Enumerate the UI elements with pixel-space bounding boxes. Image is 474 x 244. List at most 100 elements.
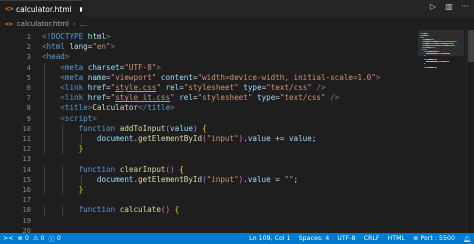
indent-guide [44,134,45,145]
indent-guide [44,185,45,196]
problems-info[interactable]: ⓘ 0 [49,234,61,243]
token-punct: > [110,42,116,52]
run-icon[interactable]: ▷ [428,2,438,11]
token-link[interactable]: style_it.css [115,93,170,102]
token-punct: > [106,32,111,41]
problems-errors[interactable]: ⊗ 0 [18,235,29,242]
token-attr: href [87,93,107,103]
token-attr: name [87,72,107,82]
minimap-token [454,45,456,46]
code-line[interactable]: <!DOCTYPE html> [42,32,111,42]
code-line[interactable]: document.getElementById("input").value =… [97,175,298,185]
breadcrumb-symbol[interactable]: ... [80,20,87,28]
token-str: "width=device-width, initial-scale=1.0" [197,72,376,82]
code-line[interactable]: <meta name="viewport" content="width=dev… [60,73,380,83]
split-editor-icon[interactable]: ▥ [444,2,454,11]
indent-guide [44,113,45,124]
line-number: 1 [26,32,31,41]
token-var: value [247,174,271,184]
token-tag: head [46,52,65,62]
warning-count: 0 [40,235,45,242]
code-line[interactable]: <link href="style.css" rel="stylesheet" … [60,83,325,93]
breadcrumb-file[interactable]: calculator.html [17,20,69,28]
indent-guide [62,123,64,134]
error-count: 0 [24,235,29,242]
token-attr: type [243,83,262,92]
token-punct: > [92,113,97,123]
indent-guide [44,123,45,134]
line-number-gutter: 1 2 3 4 5 6 7 8 9 10 11 12 13 14 15 16 17 18 19 20 [0,30,38,233]
line-number: 10 [22,123,31,133]
minimap-token [455,41,457,42]
token-attr: lang [69,42,88,52]
indent-guide [44,72,45,83]
token-var: document [96,134,134,143]
code-line[interactable]: function addToInput(value) { [79,124,207,134]
token-punct: > [170,103,175,113]
cursor-position[interactable]: Ln 109, Col 1 [249,235,291,242]
code-line[interactable]: } [79,144,84,154]
minimap-token [426,33,428,34]
tab-calculator-html[interactable]: <> calculator.html [0,0,82,17]
code-line[interactable]: <script> [60,114,97,124]
indent-guide [44,93,45,104]
status-bar: >< ⊗ 0 ⚠ 0 ⓘ 0 Ln 109, Col 1 Spaces: 4 U… [0,233,474,244]
indent-guide [62,174,64,185]
minimap-token [433,39,435,40]
indent-guide [44,83,45,94]
tab-bar: <> calculator.html ▷ ▥ ··· [0,0,474,17]
line-number: 17 [22,195,31,205]
code-editor[interactable]: 1 2 3 4 5 6 7 8 9 10 11 12 13 14 15 16 17 18 19 20 <!DOCTYP… [0,30,474,233]
code-line[interactable]: } [79,185,84,195]
code-line[interactable]: function calculate() { [79,205,180,215]
indent-guide [62,134,64,145]
code-area[interactable]: <!DOCTYPE html> <html lang="en"> <head> <me… [42,30,418,233]
token-tag: script [64,113,93,123]
token-str: "UTF-8" [124,62,157,72]
token-attr: content [160,72,193,82]
token-fn: addToInput [119,123,166,133]
info-count: 0 [56,235,61,242]
minimap-token [447,61,449,62]
minimap-token [438,41,456,42]
minimap[interactable] [418,30,464,233]
remote-indicator[interactable]: >< [3,235,14,242]
code-line[interactable]: <head> [42,52,69,62]
indentation[interactable]: Spaces: 4 [299,235,330,242]
problems-warnings[interactable]: ⚠ 0 [33,235,45,242]
token-kw: function [78,205,116,215]
code-line[interactable]: document.getElementById("input").value +… [97,134,317,144]
broadcast-icon: ⊚ [413,235,419,242]
unsaved-dot-icon[interactable] [79,6,82,12]
more-actions-icon[interactable]: ··· [460,2,470,11]
minimap-token [449,53,451,54]
code-line[interactable]: <meta charset="UTF-8"> [60,63,161,73]
token-var: value [170,123,193,133]
language-mode[interactable]: HTML [388,235,406,242]
code-line[interactable]: <title>Calculator</title> [60,103,174,113]
token-link[interactable]: style.css [115,83,156,92]
vertical-scrollbar[interactable] [466,30,474,233]
scrollbar-thumb[interactable] [468,30,474,62]
token-tag: title [64,103,88,113]
token-fn: getElementById [138,134,203,143]
minimap-token [438,51,440,52]
code-line[interactable]: <link href="style_it.css" rel="styleshee… [60,93,339,103]
tab-label: calculator.html [16,4,72,14]
code-line[interactable]: function clearInput() { [79,165,184,175]
encoding[interactable]: UTF-8 [337,235,355,242]
minimap-token [424,63,425,64]
line-ending[interactable]: CRLF [364,235,380,242]
html-file-icon: <> [5,19,13,28]
token-tag: meta [64,62,84,72]
line-number: 8 [26,103,31,113]
token-text: ; [311,134,317,143]
code-line[interactable]: <html lang="en"> [42,42,115,52]
live-server-port[interactable]: ⊚ Port : 5500 [413,235,455,242]
token-tag: link [64,93,84,103]
token-str: "stylesheet" [197,93,253,103]
bell-icon[interactable]: 🔔︎ [463,235,471,243]
line-number: 3 [26,52,31,62]
token-attr: type [256,93,276,103]
token-brace: { [202,123,207,133]
